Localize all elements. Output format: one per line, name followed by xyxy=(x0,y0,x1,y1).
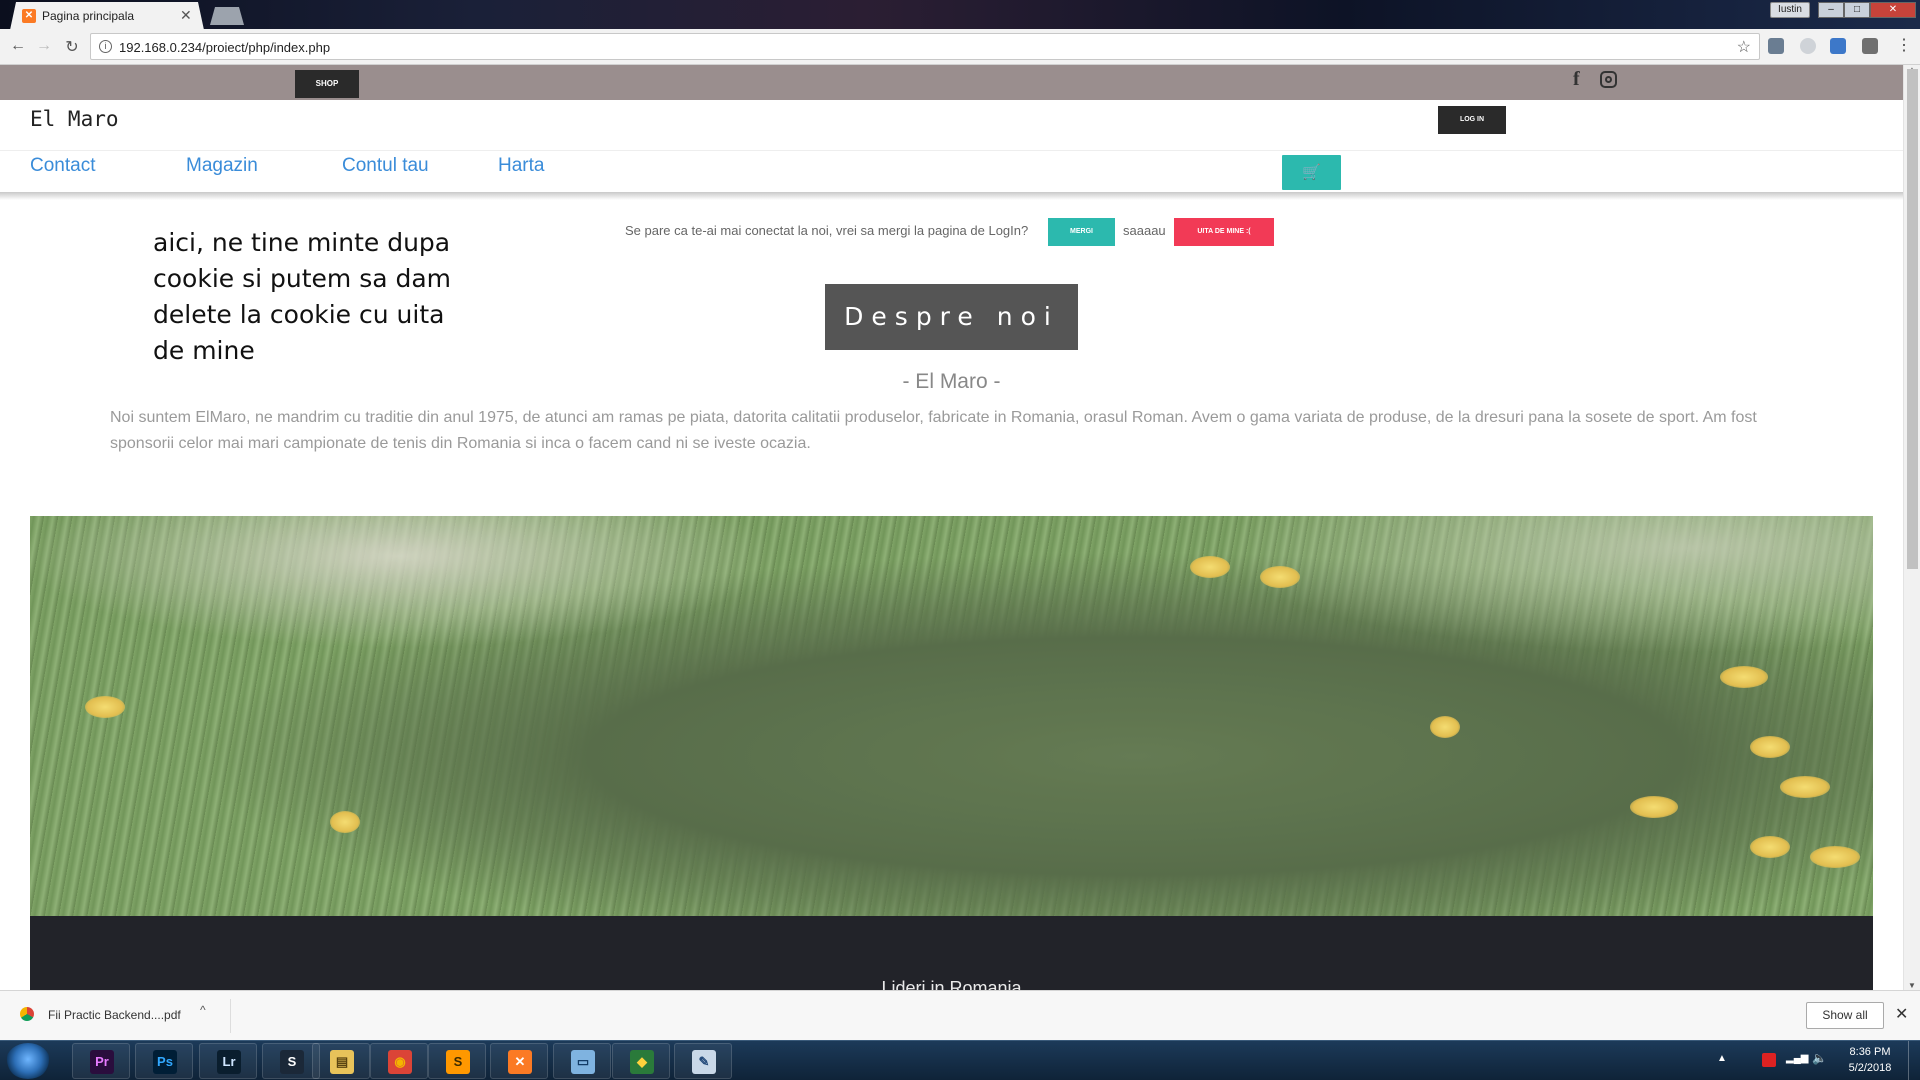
web-page: SHOP f El Maro LOG IN Contact Magazin Co… xyxy=(0,65,1903,990)
url-text[interactable]: 192.168.0.234/proiect/php/index.php xyxy=(119,40,330,55)
instagram-icon[interactable] xyxy=(1600,71,1617,88)
extension-icon[interactable] xyxy=(1862,38,1878,54)
close-icon[interactable]: ✕ xyxy=(1895,1004,1908,1024)
bookmark-star-icon[interactable]: ☆ xyxy=(1737,37,1751,57)
taskbar-xampp-button[interactable]: ✕ xyxy=(490,1043,548,1079)
taskbar-premiere-button[interactable]: Pr xyxy=(72,1043,130,1079)
window-maximize-button[interactable]: □ xyxy=(1844,2,1870,18)
tray-app-icon[interactable] xyxy=(1762,1053,1776,1067)
extension-icon[interactable] xyxy=(1830,38,1846,54)
tab-pagina-principala[interactable]: ✕ Pagina principala ✕ xyxy=(10,2,204,30)
extension-icon[interactable] xyxy=(1800,38,1816,54)
cookie-notice-text: Se pare ca te-ai mai conectat la noi, vr… xyxy=(625,223,1029,238)
login-button[interactable]: LOG IN xyxy=(1438,106,1506,134)
show-all-button[interactable]: Show all xyxy=(1806,1002,1884,1029)
taskbar-sublime-button[interactable]: S xyxy=(428,1043,486,1079)
explorer-icon: ▤ xyxy=(330,1050,354,1074)
site-info-icon[interactable]: i xyxy=(99,40,112,53)
divider xyxy=(230,999,231,1033)
show-desktop-button[interactable] xyxy=(1908,1041,1920,1080)
start-button[interactable] xyxy=(6,1043,50,1079)
page-scrollbar[interactable]: ▲ ▼ xyxy=(1903,65,1920,990)
volume-icon[interactable]: 🔈 xyxy=(1812,1051,1827,1065)
forget-me-button[interactable]: UITA DE MINE :( xyxy=(1174,218,1274,246)
premiere-icon: Pr xyxy=(90,1050,114,1074)
xampp-favicon-icon: ✕ xyxy=(22,9,36,23)
tray-expand-icon[interactable]: ▲ xyxy=(1717,1053,1727,1064)
cookie-or-text: saaaau xyxy=(1123,223,1166,238)
clock-time[interactable]: 8:36 PM xyxy=(1840,1046,1900,1058)
taskbar-lightroom-button[interactable]: Lr xyxy=(199,1043,257,1079)
annotation-note: aici, ne tine minte dupa cookie si putem… xyxy=(153,228,452,365)
taskbar-paint-button[interactable]: ✎ xyxy=(674,1043,732,1079)
taskbar-photoshop-button[interactable]: Ps xyxy=(135,1043,193,1079)
scrollbar-thumb[interactable] xyxy=(1907,69,1918,569)
new-tab-button[interactable] xyxy=(210,7,244,25)
hero-caption-bar: Lideri in Romania xyxy=(30,916,1873,990)
chevron-up-icon[interactable]: ^ xyxy=(200,1003,206,1017)
tab-title: Pagina principala xyxy=(42,9,135,23)
remote-icon: ▭ xyxy=(571,1050,595,1074)
sourcetree-icon: ◆ xyxy=(630,1050,654,1074)
steam-icon: S xyxy=(280,1050,304,1074)
download-file-name[interactable]: Fii Practic Backend....pdf xyxy=(48,1008,181,1022)
address-bar[interactable]: i 192.168.0.234/proiect/php/index.php ☆ xyxy=(90,33,1760,60)
cart-icon: 🛒 xyxy=(1302,164,1321,181)
extension-icon[interactable] xyxy=(1768,38,1784,54)
shop-button[interactable]: SHOP xyxy=(295,70,359,98)
clock-date[interactable]: 5/2/2018 xyxy=(1840,1062,1900,1074)
window-minimize-button[interactable]: – xyxy=(1818,2,1844,18)
xampp-icon: ✕ xyxy=(508,1050,532,1074)
taskbar-chrome-button[interactable]: ◉ xyxy=(370,1043,428,1079)
chrome-icon: ◉ xyxy=(388,1050,412,1074)
photoshop-icon: Ps xyxy=(153,1050,177,1074)
nav-link-harta[interactable]: Harta xyxy=(498,155,544,177)
chrome-pdf-icon xyxy=(20,1007,34,1021)
browser-menu-icon[interactable]: ⋮ xyxy=(1896,35,1912,55)
nav-shadow xyxy=(0,192,1903,200)
nav-link-contact[interactable]: Contact xyxy=(30,155,95,177)
brand-logo[interactable]: El Maro xyxy=(30,107,119,131)
taskbar-sourcetree-button[interactable]: ◆ xyxy=(612,1043,670,1079)
browser-tabstrip: ✕ Pagina principala ✕ Iustin – □ ✕ xyxy=(0,0,1920,30)
download-shelf: Fii Practic Backend....pdf ^ Show all ✕ xyxy=(0,990,1920,1040)
forward-icon[interactable]: → xyxy=(34,37,54,55)
nav-link-magazin[interactable]: Magazin xyxy=(186,155,258,177)
hero-grass-image xyxy=(30,516,1873,916)
network-icon[interactable]: ▂▄▆ xyxy=(1786,1053,1808,1064)
about-heading-box: Despre noi xyxy=(825,284,1078,350)
scroll-down-icon[interactable]: ▼ xyxy=(1908,981,1916,990)
facebook-icon[interactable]: f xyxy=(1573,68,1580,91)
mergi-button[interactable]: MERGI xyxy=(1048,218,1115,246)
taskbar-explorer-button[interactable]: ▤ xyxy=(312,1043,370,1079)
window-user-badge[interactable]: Iustin xyxy=(1770,2,1810,18)
back-icon[interactable]: ← xyxy=(8,37,28,55)
nav-link-contul-tau[interactable]: Contul tau xyxy=(342,155,429,177)
paint-icon: ✎ xyxy=(692,1050,716,1074)
window-close-button[interactable]: ✕ xyxy=(1870,2,1916,18)
lightroom-icon: Lr xyxy=(217,1050,241,1074)
about-heading: Despre noi xyxy=(844,302,1059,331)
taskbar-remote-button[interactable]: ▭ xyxy=(553,1043,611,1079)
top-bar xyxy=(0,65,1903,100)
reload-icon[interactable]: ↻ xyxy=(62,37,82,57)
windows-taskbar: Pr Ps Lr S ▤ ◉ S ✕ ▭ ◆ ✎ ▲ ▂▄▆ 🔈 8:36 PM 5/2/2018 xyxy=(0,1040,1920,1080)
tab-close-icon[interactable]: ✕ xyxy=(180,7,192,24)
browser-toolbar: ← → ↻ i 192.168.0.234/proiect/php/index.… xyxy=(0,29,1920,65)
about-paragraph: Noi suntem ElMaro, ne mandrim cu traditi… xyxy=(110,409,1757,452)
sublime-icon: S xyxy=(446,1050,470,1074)
hero-overlay xyxy=(30,516,1873,916)
cart-button[interactable]: 🛒 xyxy=(1282,155,1341,190)
about-subtitle: - El Maro - xyxy=(902,370,1001,393)
hero-caption: Lideri in Romania xyxy=(881,978,1022,990)
nav-divider xyxy=(0,150,1903,151)
